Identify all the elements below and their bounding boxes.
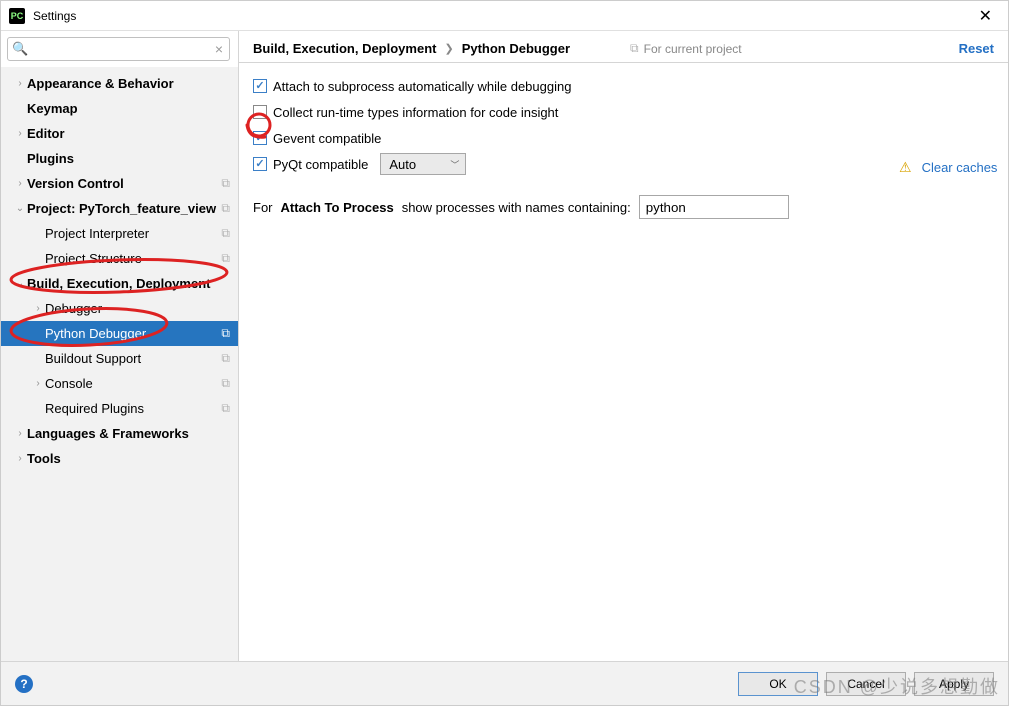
scope-text: For current project: [644, 42, 742, 56]
option-pyqt[interactable]: PyQt compatible Auto ﹀: [253, 151, 994, 177]
chevron-down-icon: ﹀: [450, 158, 459, 171]
settings-tree: ›Appearance & BehaviorKeymap›EditorPlugi…: [1, 67, 238, 661]
project-scope-icon: ⧉: [221, 376, 230, 391]
tree-label: Build, Execution, Deployment: [27, 276, 238, 291]
label-collect-types: Collect run-time types information for c…: [273, 105, 558, 120]
crumb-python-debugger: Python Debugger: [462, 41, 570, 56]
label-pyqt: PyQt compatible: [273, 157, 368, 172]
attach-prefix: For: [253, 200, 273, 215]
tree-item-python-debugger[interactable]: Python Debugger⧉: [1, 321, 238, 346]
project-scope-icon: ⧉: [221, 201, 230, 216]
project-scope-icon: ⧉: [221, 351, 230, 366]
attach-to-process-row: For Attach To Process show processes wit…: [253, 195, 994, 219]
tree-item-project-structure[interactable]: Project Structure⧉: [1, 246, 238, 271]
tree-label: Project: PyTorch_feature_view: [27, 201, 221, 216]
tree-label: Buildout Support: [45, 351, 221, 366]
cancel-button[interactable]: Cancel: [826, 672, 906, 696]
label-gevent: Gevent compatible: [273, 131, 381, 146]
search-input[interactable]: [32, 42, 209, 56]
tree-item-build-execution-deployment[interactable]: ⌄Build, Execution, Deployment: [1, 271, 238, 296]
checkbox-gevent[interactable]: [253, 131, 267, 145]
window-title: Settings: [33, 9, 971, 23]
option-gevent[interactable]: Gevent compatible: [253, 125, 994, 151]
titlebar: PC Settings ✕: [1, 1, 1008, 31]
project-scope-icon: ⧉: [221, 176, 230, 191]
chevron-right-icon: ›: [13, 178, 27, 189]
chevron-right-icon: ›: [13, 128, 27, 139]
sidebar: 🔍 × ›Appearance & BehaviorKeymap›EditorP…: [1, 31, 239, 661]
chevron-right-icon: ›: [13, 428, 27, 439]
warning-icon: ⚠: [899, 159, 912, 176]
tree-label: Python Debugger: [45, 326, 221, 341]
process-filter-input[interactable]: [639, 195, 789, 219]
attach-bold: Attach To Process: [281, 200, 394, 215]
app-icon: PC: [9, 8, 25, 24]
option-collect-types[interactable]: Collect run-time types information for c…: [253, 99, 994, 125]
tree-label: Tools: [27, 451, 238, 466]
clear-search-icon[interactable]: ×: [209, 41, 229, 57]
project-scope-icon: ⧉: [221, 251, 230, 266]
checkbox-collect-types[interactable]: [253, 105, 267, 119]
tree-item-keymap[interactable]: Keymap: [1, 96, 238, 121]
chevron-right-icon: ›: [31, 303, 45, 314]
checkbox-attach-subprocess[interactable]: [253, 79, 267, 93]
checkbox-pyqt[interactable]: [253, 157, 267, 171]
chevron-down-icon: ⌄: [13, 278, 27, 289]
help-icon[interactable]: ?: [15, 675, 33, 693]
tree-label: Project Interpreter: [45, 226, 221, 241]
chevron-right-icon: ❯: [444, 42, 453, 55]
project-scope-icon: ⧉: [221, 326, 230, 341]
tree-label: Required Plugins: [45, 401, 221, 416]
apply-button[interactable]: Apply: [914, 672, 994, 696]
crumb-build-exec-deploy[interactable]: Build, Execution, Deployment: [253, 41, 436, 56]
tree-item-version-control[interactable]: ›Version Control⧉: [1, 171, 238, 196]
breadcrumb: Build, Execution, Deployment ❯ Python De…: [239, 31, 1008, 63]
tree-label: Project Structure: [45, 251, 221, 266]
project-scope-icon: ⧉: [221, 401, 230, 416]
copy-icon: ⧉: [630, 41, 639, 56]
tree-item-languages-frameworks[interactable]: ›Languages & Frameworks: [1, 421, 238, 446]
tree-label: Console: [45, 376, 221, 391]
tree-label: Appearance & Behavior: [27, 76, 238, 91]
chevron-right-icon: ›: [13, 78, 27, 89]
search-input-wrap: 🔍 ×: [7, 37, 230, 61]
dialog-footer: ? OK Cancel Apply: [1, 661, 1008, 705]
tree-label: Version Control: [27, 176, 221, 191]
chevron-right-icon: ›: [13, 453, 27, 464]
tree-item-buildout-support[interactable]: Buildout Support⧉: [1, 346, 238, 371]
tree-label: Plugins: [27, 151, 238, 166]
label-attach-subprocess: Attach to subprocess automatically while…: [273, 79, 571, 94]
pyqt-mode-value: Auto: [389, 157, 416, 172]
clear-caches-link[interactable]: Clear caches: [922, 160, 998, 175]
content-panel: Build, Execution, Deployment ❯ Python De…: [239, 31, 1008, 661]
tree-item-editor[interactable]: ›Editor: [1, 121, 238, 146]
search-icon: 🔍: [8, 41, 32, 57]
scope-label: ⧉ For current project: [630, 41, 742, 56]
reset-link[interactable]: Reset: [959, 41, 994, 56]
tree-item-plugins[interactable]: Plugins: [1, 146, 238, 171]
tree-item-console[interactable]: ›Console⧉: [1, 371, 238, 396]
option-attach-subprocess[interactable]: Attach to subprocess automatically while…: [253, 73, 994, 99]
pyqt-mode-select[interactable]: Auto ﹀: [380, 153, 466, 175]
chevron-down-icon: ⌄: [13, 203, 27, 214]
tree-label: Debugger: [45, 301, 238, 316]
ok-button[interactable]: OK: [738, 672, 818, 696]
chevron-right-icon: ›: [31, 378, 45, 389]
tree-item-tools[interactable]: ›Tools: [1, 446, 238, 471]
tree-item-project-pytorch-feature-view[interactable]: ⌄Project: PyTorch_feature_view⧉: [1, 196, 238, 221]
tree-item-required-plugins[interactable]: Required Plugins⧉: [1, 396, 238, 421]
clear-caches-row: ⚠ Clear caches: [899, 159, 997, 176]
tree-label: Keymap: [27, 101, 238, 116]
tree-item-project-interpreter[interactable]: Project Interpreter⧉: [1, 221, 238, 246]
tree-label: Editor: [27, 126, 238, 141]
close-icon[interactable]: ✕: [971, 4, 1000, 28]
tree-item-debugger[interactable]: ›Debugger: [1, 296, 238, 321]
attach-suffix: show processes with names containing:: [402, 200, 631, 215]
tree-label: Languages & Frameworks: [27, 426, 238, 441]
tree-item-appearance-behavior[interactable]: ›Appearance & Behavior: [1, 71, 238, 96]
project-scope-icon: ⧉: [221, 226, 230, 241]
